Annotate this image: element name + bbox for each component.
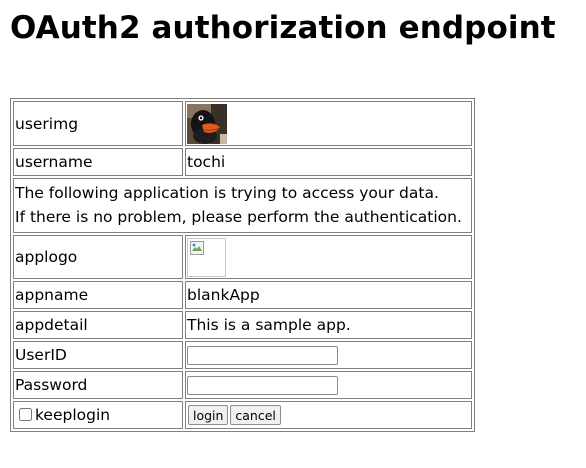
appname-label: appname [13,281,183,309]
access-message-line1: The following application is trying to a… [15,184,439,202]
page-title: OAuth2 authorization endpoint [10,10,556,46]
buttons-cell: login cancel [185,401,472,429]
keeplogin-cell: keeplogin [13,401,183,429]
appdetail-value: This is a sample app. [185,311,472,339]
username-row: username tochi [13,148,472,176]
access-message-line2: If there is no problem, please perform t… [15,208,462,226]
password-input[interactable] [187,375,338,395]
authorization-form-table: userimg username tochi The following app… [10,98,475,432]
login-button[interactable]: login [188,405,229,426]
broken-image-icon [187,238,226,277]
user-image-row: userimg [13,101,472,146]
app-logo-row: applogo [13,235,472,279]
appname-value: blankApp [185,281,472,309]
applogo-label: applogo [13,235,183,279]
userimg-label: userimg [13,101,183,146]
userid-row: UserID [13,341,472,369]
applogo-cell [185,235,472,279]
password-label: Password [13,371,183,399]
userimg-cell [185,101,472,146]
appdetail-row: appdetail This is a sample app. [13,311,472,339]
user-avatar-image [187,104,227,144]
cancel-button[interactable]: cancel [230,405,281,426]
message-row: The following application is trying to a… [13,178,472,233]
access-message: The following application is trying to a… [13,178,472,233]
username-label: username [13,148,183,176]
userid-label: UserID [13,341,183,369]
password-cell [185,371,472,399]
userid-cell [185,341,472,369]
actions-row: keeplogin login cancel [13,401,472,429]
appname-row: appname blankApp [13,281,472,309]
keeplogin-label: keeplogin [35,406,111,424]
keeplogin-checkbox[interactable] [19,408,32,421]
username-value: tochi [185,148,472,176]
userid-input[interactable] [187,345,338,365]
password-row: Password [13,371,472,399]
appdetail-label: appdetail [13,311,183,339]
